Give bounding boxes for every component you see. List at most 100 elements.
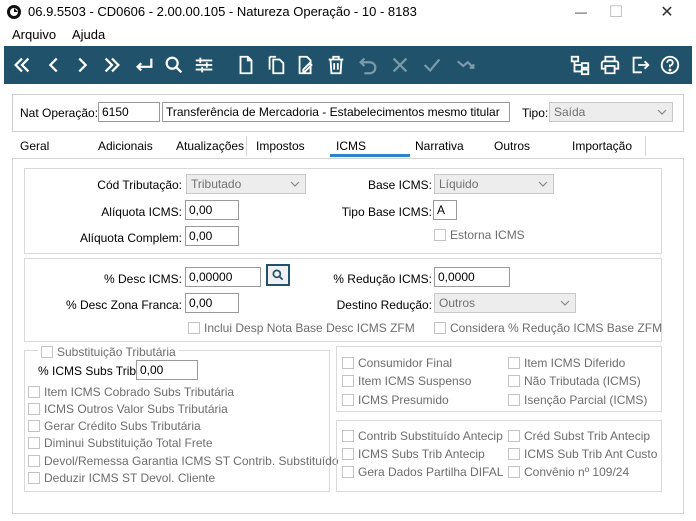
first-record-button[interactable]: [8, 51, 36, 79]
exit-button[interactable]: [626, 51, 654, 79]
item-icms-suspenso-checkbox[interactable]: Item ICMS Suspenso: [342, 374, 471, 388]
menu-bar: Arquivo Ajuda: [0, 24, 696, 46]
tab-icms[interactable]: ICMS: [336, 139, 366, 153]
menu-ajuda[interactable]: Ajuda: [72, 27, 105, 42]
consumidor-final-checkbox[interactable]: Consumidor Final: [342, 356, 452, 370]
close-icon: ✕: [660, 4, 674, 21]
checkbox-label: ICMS Sub Trib Ant Custo: [524, 447, 658, 461]
nao-tributada-checkbox[interactable]: Não Tributada (ICMS): [508, 374, 641, 388]
checkbox-box: [28, 472, 40, 484]
maximize-button[interactable]: ☐: [593, 0, 639, 24]
enter-button[interactable]: [130, 51, 158, 79]
help-button[interactable]: [656, 51, 684, 79]
tab-impostos[interactable]: Impostos: [256, 139, 305, 153]
base-icms-select[interactable]: Líquido: [434, 174, 554, 194]
undo-button[interactable]: [354, 51, 382, 79]
inclui-desp-checkbox[interactable]: Inclui Desp Nota Base Desc ICMS ZFM: [188, 321, 415, 335]
contrib-substituido-checkbox[interactable]: Contrib Substituído Antecip: [342, 429, 503, 443]
search-icon: [272, 269, 284, 281]
tab-outros[interactable]: Outros: [494, 139, 530, 153]
icms-subs-trib-input[interactable]: 0,00: [136, 360, 198, 380]
new-button[interactable]: [232, 51, 260, 79]
print-button[interactable]: [596, 51, 624, 79]
checkbox-box: [508, 394, 520, 406]
checkbox-box: [28, 455, 40, 467]
desc-icms-input[interactable]: 0,00000: [185, 267, 261, 287]
next-record-button[interactable]: [68, 51, 96, 79]
icms-presumido-checkbox[interactable]: ICMS Presumido: [342, 393, 449, 407]
lookup-button[interactable]: [266, 264, 290, 286]
cod-tributacao-select[interactable]: Tributado: [186, 174, 306, 194]
nat-operacao-desc-input[interactable]: Transferência de Mercadoria - Estabeleci…: [162, 102, 510, 122]
cancel-button[interactable]: [386, 51, 414, 79]
tab-bar: Geral Adicionais Atualizações Impostos I…: [12, 136, 684, 158]
cod-tributacao-value: Tributado: [191, 177, 242, 191]
aliquota-complem-input[interactable]: 0,00: [185, 226, 239, 246]
desc-zona-franca-label: % Desc Zona Franca:: [65, 298, 182, 312]
menu-arquivo[interactable]: Arquivo: [12, 27, 56, 42]
estorna-icms-label: Estorna ICMS: [450, 228, 525, 242]
delete-button[interactable]: [322, 51, 350, 79]
first-icon: [14, 57, 30, 73]
tab-geral[interactable]: Geral: [20, 139, 49, 153]
close-button[interactable]: ✕: [644, 0, 690, 24]
icms-sub-trib-custo-checkbox[interactable]: ICMS Sub Trib Ant Custo: [508, 447, 657, 461]
gera-dados-partilha-checkbox[interactable]: Gera Dados Partilha DIFAL: [342, 465, 503, 479]
copy-button[interactable]: [262, 51, 290, 79]
tab-separator: [645, 136, 646, 156]
substituicao-tributaria-checkbox[interactable]: Substituição Tributária: [38, 345, 179, 359]
checkbox-box: [342, 375, 354, 387]
previous-record-button[interactable]: [40, 51, 68, 79]
refresh-icon: [457, 60, 475, 69]
desc-zona-franca-input[interactable]: 0,00: [185, 293, 239, 313]
tab-adicionais[interactable]: Adicionais: [98, 139, 153, 153]
icms-outros-valor-checkbox[interactable]: ICMS Outros Valor Subs Tributária: [28, 402, 228, 416]
search-button[interactable]: [160, 51, 188, 79]
active-tab-indicator: [330, 154, 410, 157]
tipo-base-icms-input[interactable]: A: [433, 200, 457, 220]
checkbox-box: [28, 386, 40, 398]
devol-remessa-checkbox[interactable]: Devol/Remessa Garantia ICMS ST Contrib. …: [28, 454, 339, 468]
chevron-down-icon: [560, 300, 570, 306]
enter-icon: [136, 58, 153, 72]
checkbox-box: [28, 420, 40, 432]
deduzir-icms-st-checkbox[interactable]: Deduzir ICMS ST Devol. Cliente: [28, 471, 215, 485]
exit-icon: [632, 56, 650, 74]
reducao-icms-input[interactable]: 0,0000: [434, 267, 510, 287]
base-icms-label: Base ICMS:: [367, 178, 432, 192]
reducao-icms-label: % Redução ICMS:: [333, 272, 432, 286]
destino-reducao-select[interactable]: Outros: [434, 293, 576, 313]
item-icms-cobrado-checkbox[interactable]: Item ICMS Cobrado Subs Tributária: [28, 385, 234, 399]
icms-subs-trib-antecip-checkbox[interactable]: ICMS Subs Trib Antecip: [342, 447, 485, 461]
diminui-substituicao-checkbox[interactable]: Diminui Substituição Total Frete: [28, 436, 213, 450]
checkbox-box: [342, 357, 354, 369]
tab-importacao[interactable]: Importação: [572, 139, 632, 153]
tipo-select[interactable]: Saída: [549, 102, 673, 122]
tab-atualizacoes[interactable]: Atualizações: [176, 139, 244, 153]
destino-reducao-label: Destino Redução:: [336, 298, 432, 312]
search-icon: [165, 56, 183, 74]
convenio-checkbox[interactable]: Convênio nº 109/24: [508, 465, 629, 479]
nat-operacao-code-input[interactable]: 6150: [98, 102, 160, 122]
isencao-parcial-checkbox[interactable]: Isenção Parcial (ICMS): [508, 393, 647, 407]
cred-subst-trib-checkbox[interactable]: Créd Subst Trib Antecip: [508, 429, 650, 443]
confirm-button[interactable]: [418, 51, 446, 79]
tree-button[interactable]: [566, 51, 594, 79]
considera-reducao-checkbox[interactable]: Considera % Redução ICMS Base ZFM: [434, 321, 662, 335]
chevron-down-icon: [657, 109, 667, 115]
tab-narrativa[interactable]: Narrativa: [415, 139, 464, 153]
aliquota-icms-label: Alíquota ICMS:: [101, 205, 182, 219]
app-logo-icon: [7, 5, 21, 19]
confirm-icon: [423, 58, 441, 73]
estorna-icms-checkbox[interactable]: Estorna ICMS: [434, 228, 525, 242]
filter-button[interactable]: [190, 51, 218, 79]
delete-icon: [328, 55, 344, 75]
aliquota-icms-input[interactable]: 0,00: [185, 200, 239, 220]
edit-button[interactable]: [292, 51, 320, 79]
gerar-credito-checkbox[interactable]: Gerar Crédito Subs Tributária: [28, 419, 201, 433]
last-record-button[interactable]: [98, 51, 126, 79]
new-icon: [239, 55, 253, 75]
item-icms-diferido-checkbox[interactable]: Item ICMS Diferido: [508, 356, 625, 370]
checkbox-box: [28, 437, 40, 449]
refresh-button[interactable]: [452, 51, 480, 79]
